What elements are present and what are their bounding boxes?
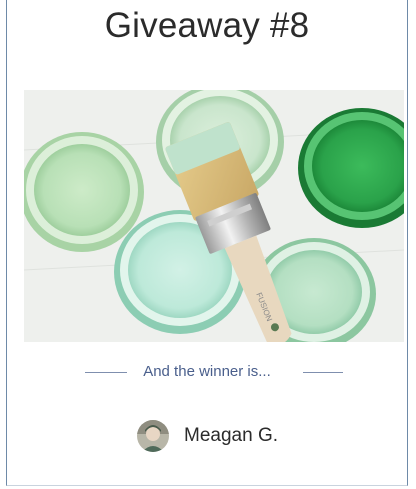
winner-intro: And the winner is...: [7, 362, 407, 382]
paint-cans-photo: FUSION: [24, 90, 404, 342]
divider-right: [303, 372, 343, 373]
user-avatar-icon: [137, 420, 169, 452]
paint-can-pale-green: [24, 132, 144, 252]
giveaway-card: Giveaway #8 FUSION And the winner is... …: [6, 0, 408, 486]
page-title: Giveaway #8: [104, 6, 310, 45]
winner-intro-label: And the winner is...: [143, 363, 271, 380]
avatar[interactable]: [137, 420, 169, 452]
winner-name: Meagan G.: [184, 425, 278, 446]
